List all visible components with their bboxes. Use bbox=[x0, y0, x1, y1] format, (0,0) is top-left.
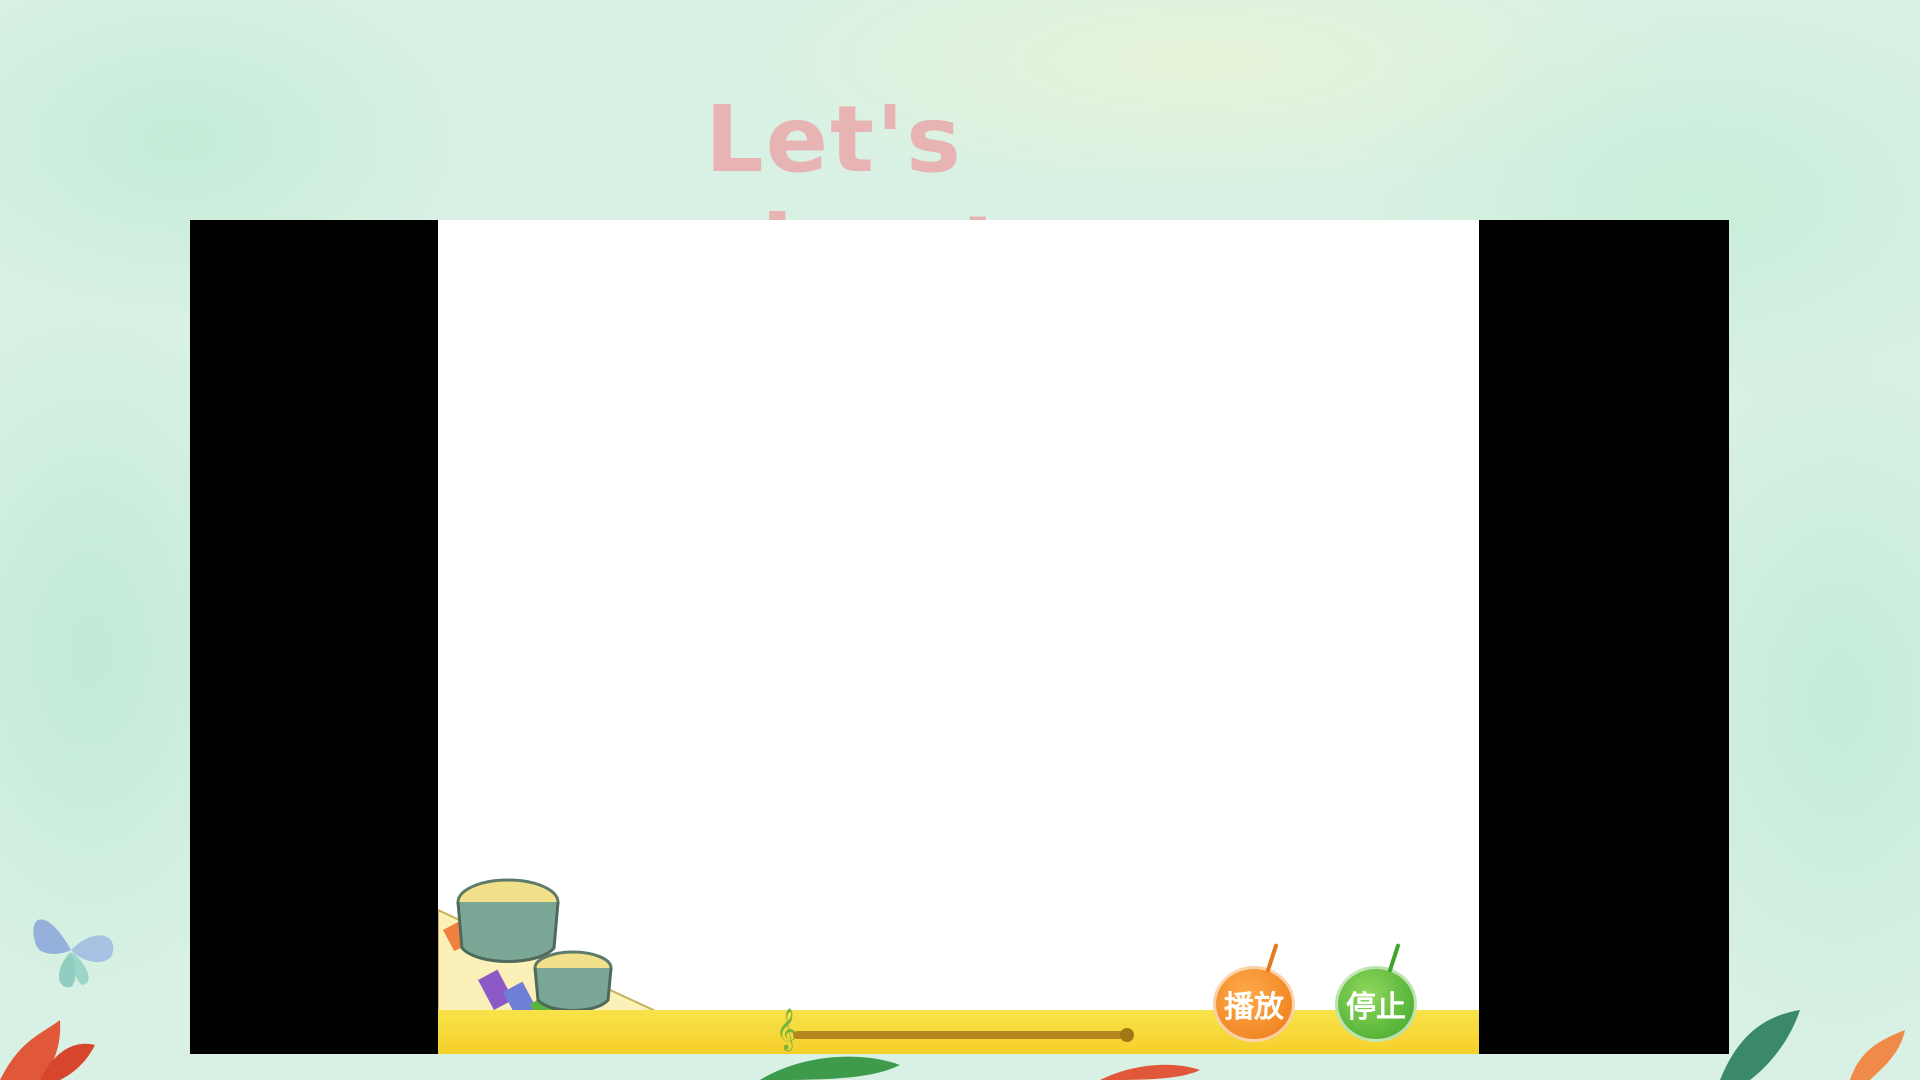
treble-clef-icon: 𝄞 bbox=[776, 1009, 798, 1050]
play-button-label: 播放 bbox=[1224, 990, 1284, 1025]
note-stem-icon bbox=[1265, 943, 1279, 973]
progress-handle[interactable] bbox=[1120, 1028, 1134, 1042]
progress-track[interactable] bbox=[793, 1031, 1128, 1039]
play-button[interactable]: 播放 bbox=[1213, 943, 1295, 1042]
butterfly-icon bbox=[33, 919, 114, 988]
stop-button-label: 停止 bbox=[1346, 990, 1406, 1025]
video-player[interactable]: 𝄞 播放 停止 bbox=[190, 220, 1729, 1054]
stop-button[interactable]: 停止 bbox=[1335, 943, 1417, 1042]
video-frame[interactable]: 𝄞 播放 停止 bbox=[438, 220, 1479, 1054]
note-stem-icon bbox=[1387, 943, 1401, 973]
